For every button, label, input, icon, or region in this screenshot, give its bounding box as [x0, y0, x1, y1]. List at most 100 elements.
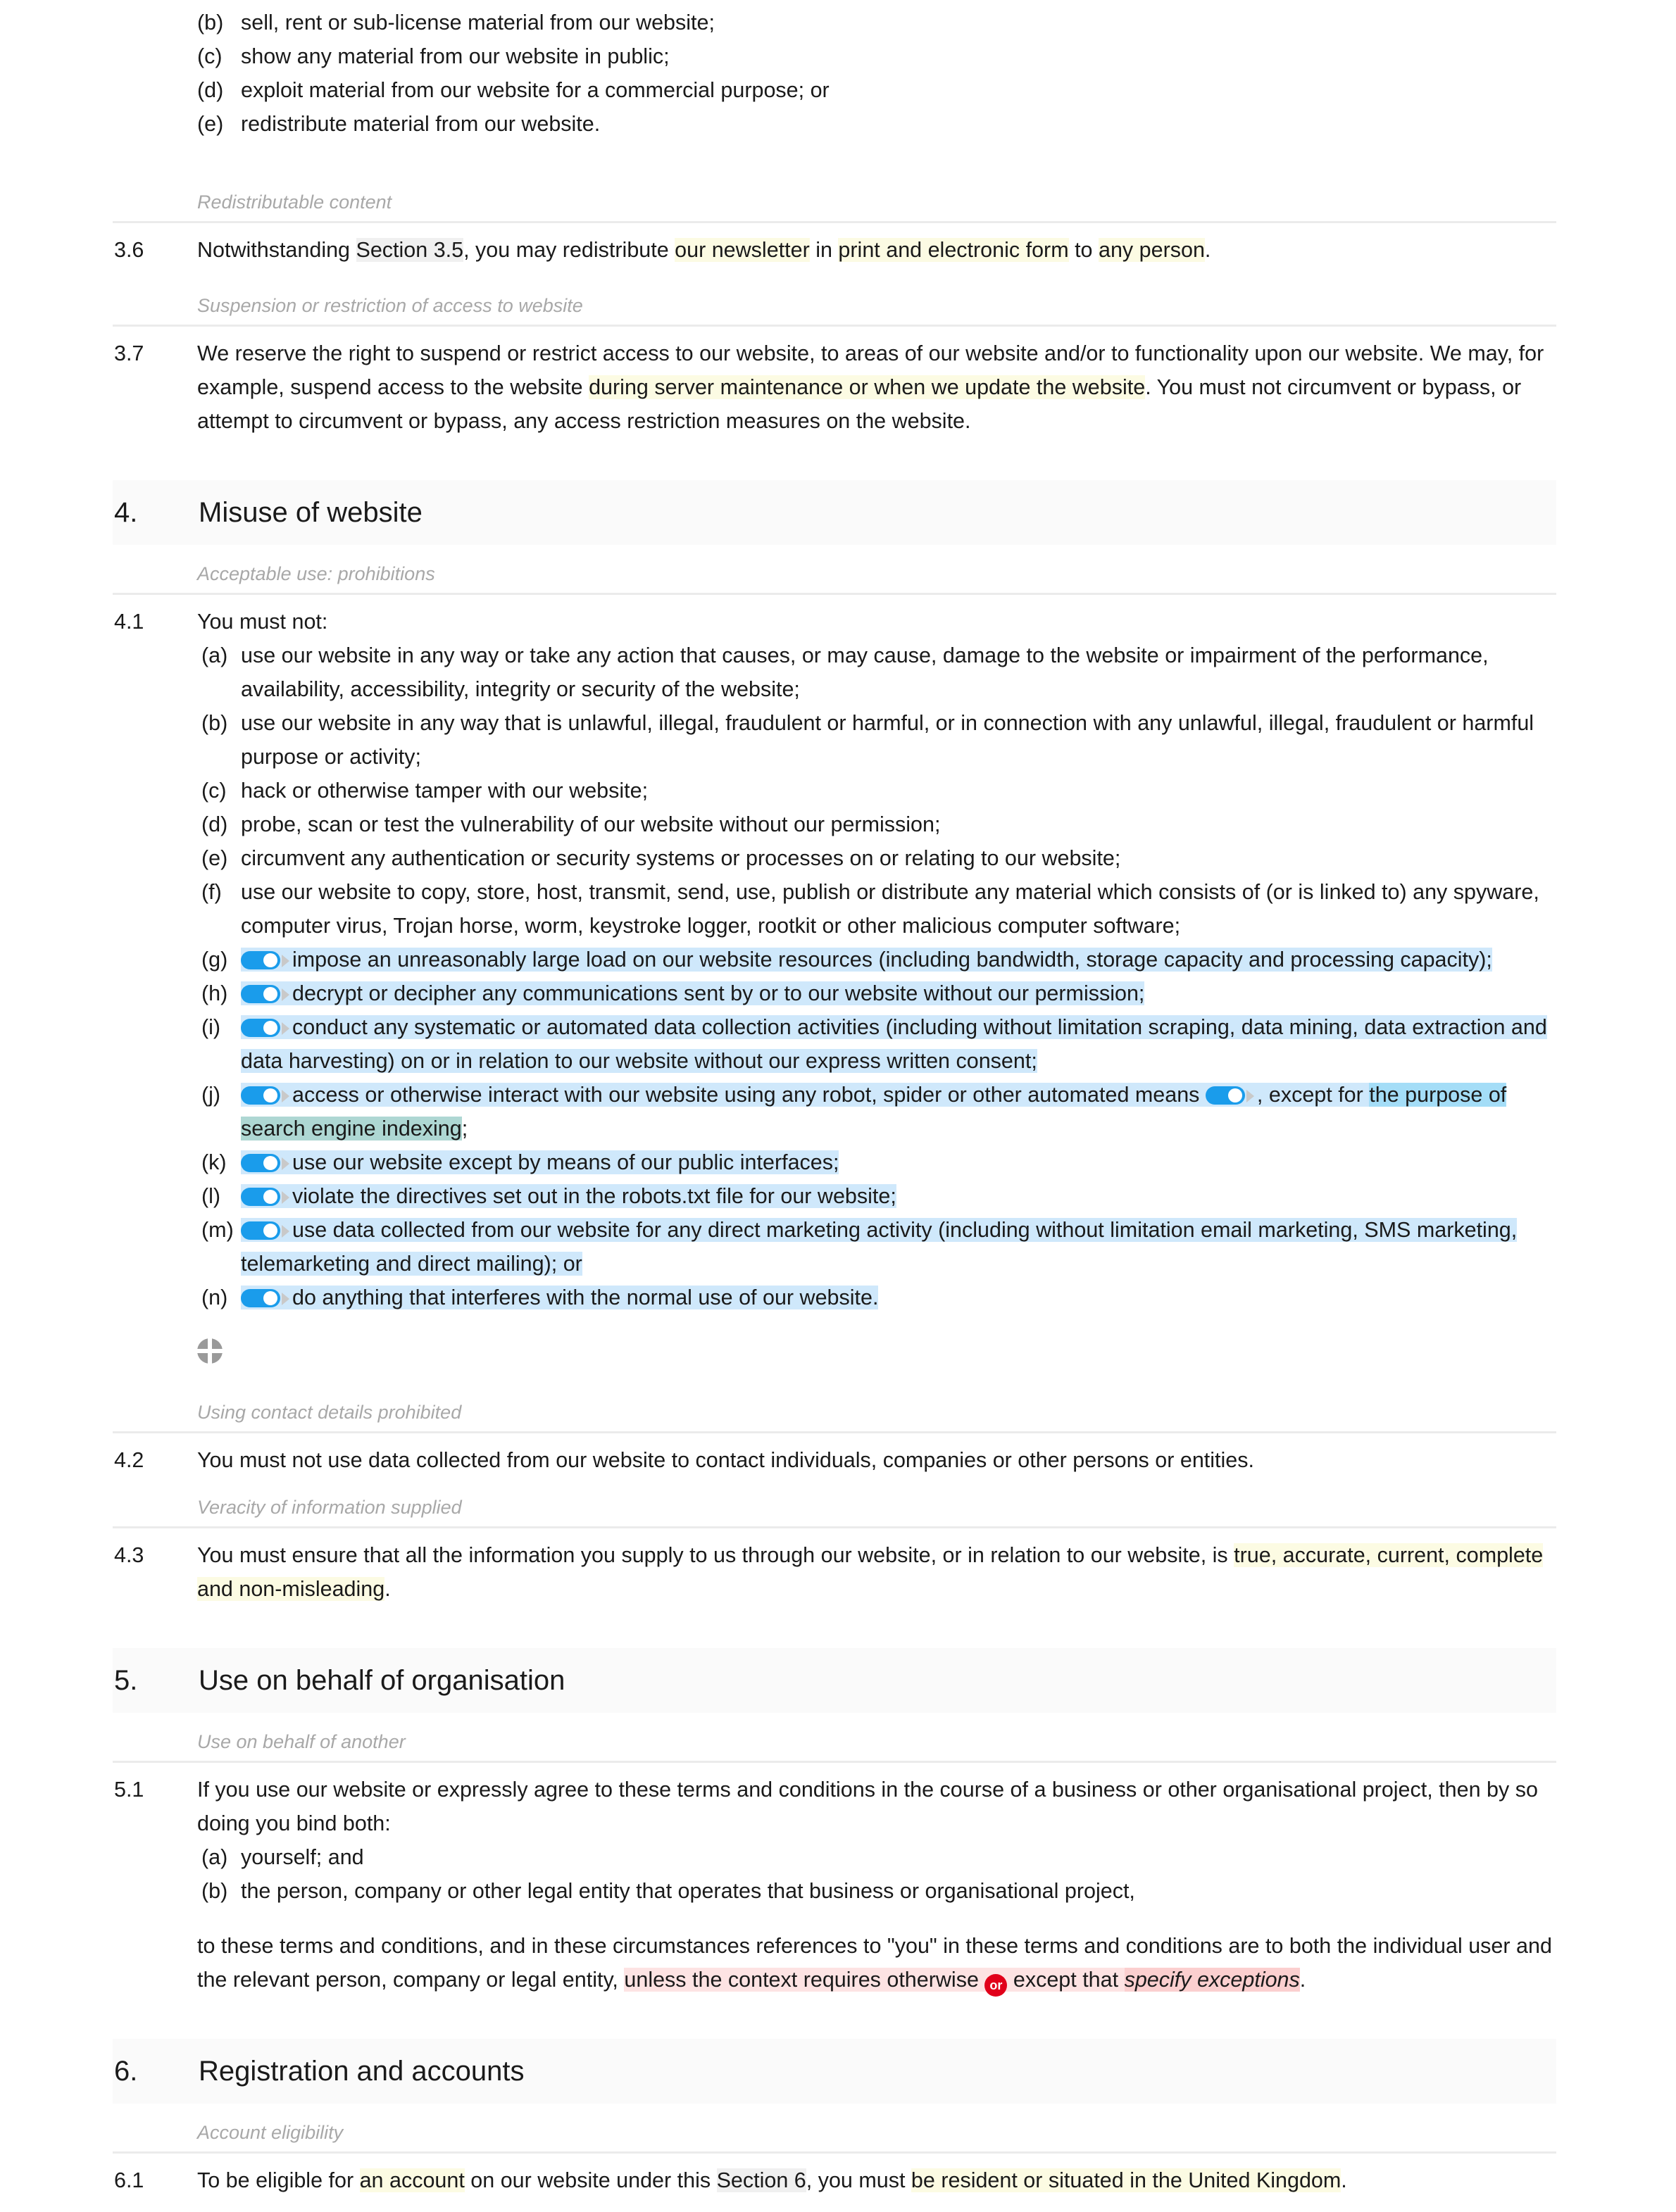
- highlighted-text[interactable]: search engine indexing: [241, 1117, 462, 1140]
- list-item-label: (i): [201, 1015, 221, 1039]
- list-item-label: (b): [201, 711, 228, 735]
- toggle-switch[interactable]: [241, 985, 280, 1003]
- list-item: (c) hack or otherwise tamper with our web…: [197, 774, 1556, 807]
- toggle-tail-icon: [282, 1225, 289, 1238]
- toggle-switch[interactable]: [241, 1221, 280, 1240]
- highlighted-text[interactable]: our newsletter: [675, 238, 810, 262]
- list-item-text: use data collected from our website for …: [241, 1213, 1556, 1281]
- clause-3-5-sublist: (b) sell, rent or sub-license material fr…: [197, 0, 1556, 141]
- list-item-text: redistribute material from our website.: [241, 112, 601, 136]
- plain-text: in: [809, 238, 839, 262]
- plain-text: , you must: [806, 2168, 911, 2192]
- clause-4-1-sublist: (a) use our website in any way or take an…: [197, 639, 1556, 1314]
- clause-3-7-number: 3.7: [114, 341, 144, 365]
- toggle-tail-icon: [282, 1293, 289, 1305]
- toggle-switch[interactable]: [1205, 1086, 1245, 1105]
- list-item: (h) decrypt or decipher any communication…: [197, 976, 1556, 1010]
- section-5-number: 5.: [114, 1664, 138, 1696]
- toggle-tail-icon: [282, 955, 289, 967]
- toggle-tail-icon: [282, 1022, 289, 1035]
- highlighted-text[interactable]: impose an unreasonably large load on our…: [241, 948, 1492, 972]
- subheading-acceptable-use: Acceptable use: prohibitions: [197, 563, 435, 584]
- highlighted-text[interactable]: violate the directives set out in the ro…: [241, 1184, 896, 1208]
- highlighted-text[interactable]: the purpose of: [1369, 1083, 1507, 1107]
- or-badge-wrap: or: [984, 1968, 1008, 1997]
- list-item: (i) conduct any systematic or automated d…: [197, 1010, 1556, 1078]
- highlighted-text[interactable]: specify exceptions: [1124, 1968, 1300, 1992]
- toggle-tail-icon: [282, 1191, 289, 1204]
- clause-4-2: 4.2 You must not use data collected from…: [113, 1431, 1556, 1487]
- highlighted-text[interactable]: print and electronic form: [838, 238, 1069, 262]
- subheading-account-eligibility: Account eligibility: [197, 2122, 344, 2143]
- list-item-text: hack or otherwise tamper with our websit…: [241, 779, 649, 803]
- highlighted-text[interactable]: access or otherwise interact with our we…: [241, 1083, 1370, 1107]
- highlighted-text[interactable]: use our website except by means of our p…: [241, 1150, 839, 1174]
- highlighted-text[interactable]: during server maintenance or when we upd…: [589, 375, 1146, 399]
- or-badge[interactable]: or: [984, 1974, 1008, 1997]
- plain-text: .: [1299, 1968, 1306, 1992]
- list-item: (d) probe, scan or test the vulnerability…: [197, 807, 1556, 841]
- subheading-behalf-another: Use on behalf of another: [197, 1731, 406, 1752]
- section-heading-4: 4. Misuse of website: [113, 480, 1556, 545]
- list-item-label: (e): [197, 112, 224, 136]
- plain-text: on our website under this: [464, 2168, 717, 2192]
- list-item: (f) use our website to copy, store, host,…: [197, 875, 1556, 943]
- list-item-text: do anything that interferes with the nor…: [241, 1281, 1556, 1314]
- subheading-contact-details: Using contact details prohibited: [197, 1402, 462, 1423]
- list-item-label: (d): [197, 78, 224, 102]
- list-item: (a) use our website in any way or take an…: [197, 639, 1556, 706]
- plain-text: to: [1068, 238, 1099, 262]
- toggle-tail-icon: [282, 988, 289, 1001]
- list-item-label: (b): [197, 11, 224, 34]
- toggle-switch[interactable]: [241, 1019, 280, 1037]
- list-item-label: (g): [201, 948, 228, 972]
- highlighted-text[interactable]: an account: [359, 2168, 465, 2192]
- list-item-text: use our website to copy, store, host, tr…: [241, 880, 1539, 938]
- clause-4-1: 4.1 You must not: (a) use our website in …: [113, 593, 1556, 1383]
- list-item-text: circumvent any authentication or securit…: [241, 846, 1121, 870]
- highlighted-text[interactable]: conduct any systematic or automated data…: [241, 1015, 1547, 1073]
- plain-text: , you may redistribute: [463, 238, 675, 262]
- list-item-label: (b): [201, 1879, 228, 1903]
- list-item: (j) access or otherwise interact with our…: [197, 1078, 1556, 1145]
- clause-6-1-number: 6.1: [114, 2168, 144, 2192]
- plain-text: .: [384, 1577, 391, 1601]
- toggle-tail-icon: [1246, 1090, 1254, 1102]
- list-item-label: (d): [201, 812, 228, 836]
- toggle-switch[interactable]: [241, 1188, 280, 1206]
- clause-5-1-body: If you use our website or expressly agre…: [197, 1773, 1556, 1997]
- list-item-text: impose an unreasonably large load on our…: [241, 943, 1556, 976]
- section-5-title: Use on behalf of organisation: [199, 1664, 565, 1696]
- clause-3-6-text: Notwithstanding Section 3.5, you may red…: [197, 233, 1556, 267]
- highlighted-text[interactable]: except that: [1007, 1968, 1125, 1992]
- list-item-text: conduct any systematic or automated data…: [241, 1010, 1556, 1078]
- highlighted-text[interactable]: Section 3.5: [356, 238, 464, 262]
- toggle-switch[interactable]: [241, 951, 280, 969]
- highlighted-text[interactable]: use data collected from our website for …: [241, 1218, 1518, 1276]
- clause-4-1-body: You must not: (a) use our website in any …: [197, 605, 1556, 1374]
- list-item-text: use our website in any way or take any a…: [241, 643, 1489, 701]
- clause-4-1-number: 4.1: [114, 610, 144, 634]
- highlighted-text[interactable]: do anything that interferes with the nor…: [241, 1286, 879, 1309]
- highlighted-text[interactable]: any person: [1099, 238, 1205, 262]
- clause-5-1-sublist: (a) yourself; and (b) the person, company o…: [197, 1840, 1556, 1908]
- list-item-text: probe, scan or test the vulnerability of…: [241, 812, 941, 836]
- highlighted-text[interactable]: Section 6: [716, 2168, 806, 2192]
- list-item: (e) circumvent any authentication or secu…: [197, 841, 1556, 875]
- list-item-label: (e): [201, 846, 228, 870]
- list-item-text: decrypt or decipher any communications s…: [241, 976, 1556, 1010]
- clause-4-3: 4.3 You must ensure that all the informa…: [113, 1526, 1556, 1616]
- list-item: (d) exploit material from our website for…: [197, 73, 1556, 107]
- highlighted-text[interactable]: decrypt or decipher any communications s…: [241, 981, 1145, 1005]
- toggle-switch[interactable]: [241, 1154, 280, 1172]
- toggle-switch[interactable]: [241, 1086, 280, 1105]
- toggle-switch[interactable]: [241, 1289, 280, 1307]
- list-item: (n) do anything that interferes with the …: [197, 1281, 1556, 1314]
- clause-3-7-text: We reserve the right to suspend or restr…: [197, 337, 1556, 438]
- plain-text: To be eligible for: [197, 2168, 360, 2192]
- insert-clause-icon[interactable]: [197, 1338, 223, 1364]
- highlighted-text[interactable]: be resident or situated in the United Ki…: [911, 2168, 1342, 2192]
- highlighted-text[interactable]: unless the context requires otherwise: [624, 1968, 985, 1992]
- list-item: (c) show any material from our website in…: [197, 39, 1556, 73]
